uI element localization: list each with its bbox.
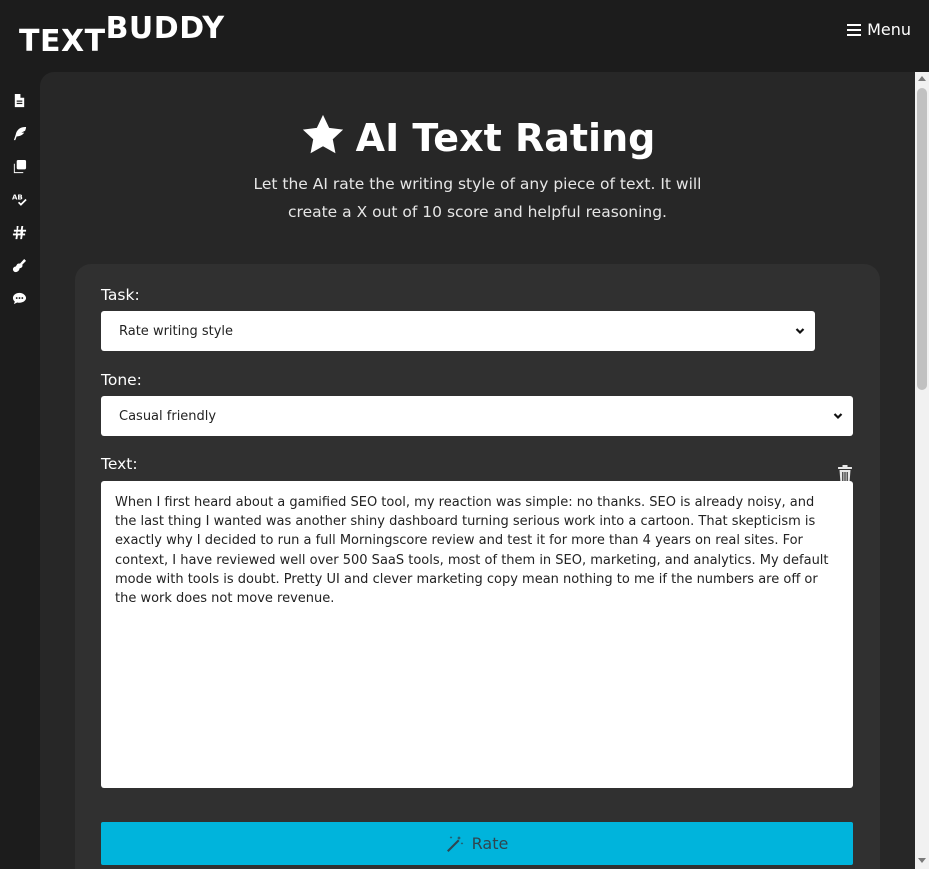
chevron-down-icon (833, 410, 843, 420)
text-input[interactable]: When I first heard about a gamified SEO … (101, 481, 853, 788)
hashtag-icon[interactable] (11, 224, 28, 241)
scrollbar-thumb[interactable] (917, 88, 927, 390)
text-label: Text: (101, 455, 138, 473)
feather-icon[interactable] (11, 125, 28, 142)
tone-label: Tone: (101, 371, 142, 389)
chevron-down-icon (795, 325, 805, 335)
tone-select[interactable]: Casual friendly (101, 396, 853, 436)
spellcheck-icon[interactable]: AB (11, 191, 28, 208)
page-title-text: AI Text Rating (355, 116, 656, 160)
page-title: AI Text Rating (40, 112, 915, 163)
guitar-icon[interactable] (11, 257, 28, 274)
logo-text-part2: BUDDY (105, 11, 225, 46)
task-select[interactable]: Rate writing style (101, 311, 815, 351)
task-select-value: Rate writing style (119, 323, 234, 339)
copy-icon[interactable] (11, 158, 28, 175)
svg-text:AB: AB (12, 193, 23, 202)
star-icon (300, 112, 346, 158)
scroll-down-arrow-icon[interactable] (918, 858, 926, 863)
document-icon[interactable] (11, 92, 28, 109)
form-card: Task: Rate writing style Tone: Casual fr… (75, 264, 880, 869)
page-subtitle: Let the AI rate the writing style of any… (253, 175, 702, 221)
comment-icon[interactable] (11, 290, 28, 307)
rate-button[interactable]: Rate (101, 822, 853, 865)
magic-wand-icon (446, 835, 464, 852)
scroll-up-arrow-icon[interactable] (918, 76, 926, 81)
main-panel: AI Text Rating Let the AI rate the writi… (40, 72, 915, 869)
top-bar: TEXTBUDDY Menu (0, 0, 929, 72)
tone-select-value: Casual friendly (119, 408, 217, 424)
scrollbar[interactable] (915, 72, 929, 869)
menu-label: Menu (867, 20, 911, 39)
task-label: Task: (101, 286, 140, 304)
logo-text-part1: TEXT (19, 24, 106, 59)
rate-button-label: Rate (471, 834, 509, 853)
sidebar: AB (0, 72, 40, 869)
logo[interactable]: TEXTBUDDY (19, 14, 225, 57)
menu-button[interactable]: Menu (847, 20, 911, 39)
hamburger-icon (847, 23, 862, 36)
